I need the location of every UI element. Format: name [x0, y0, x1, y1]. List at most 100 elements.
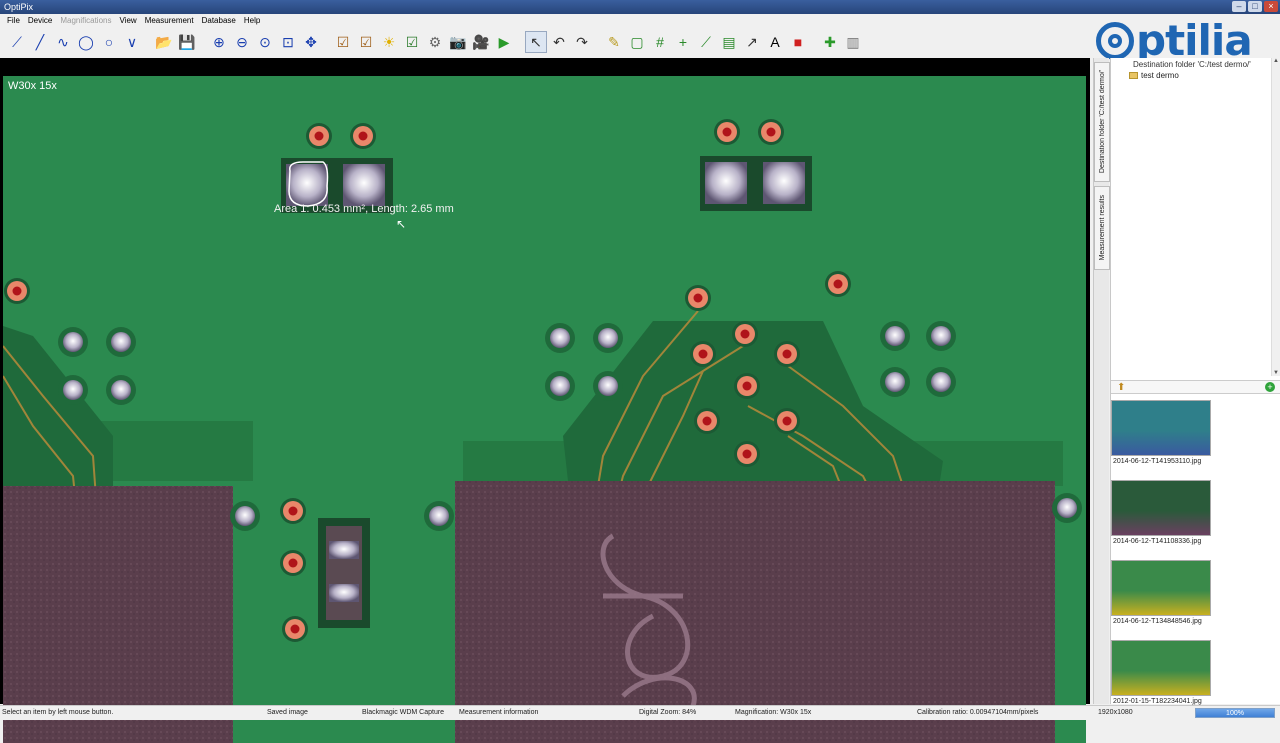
menu-view[interactable]: View — [115, 14, 140, 28]
tab-destination-folder-label: Destination folder 'C:/test dermo/' — [1098, 70, 1106, 174]
solder-dot — [1052, 493, 1082, 523]
microscope-image[interactable] — [3, 76, 1086, 743]
close-button[interactable]: × — [1264, 1, 1278, 12]
zoom-out-icon[interactable]: ⊖ — [231, 31, 253, 53]
redo-icon[interactable]: ↷ — [571, 31, 593, 53]
via-pad — [758, 119, 784, 145]
title-bar: OptiPix – □ × — [0, 0, 1280, 14]
via-pad — [280, 498, 306, 524]
via-pad — [825, 271, 851, 297]
menu-file[interactable]: File — [3, 14, 24, 28]
logo-text: ptilia — [1136, 16, 1253, 65]
circle-tool-icon[interactable]: ○ — [98, 31, 120, 53]
ruler-diagonal-icon[interactable]: ⟋ — [695, 31, 717, 53]
via-pad — [350, 123, 376, 149]
via-pad — [282, 616, 308, 642]
checkbox-image-icon[interactable]: ☑ — [332, 31, 354, 53]
solder-dot — [926, 321, 956, 351]
status-device: Blackmagic WDM Capture — [362, 709, 445, 716]
thumbnail-image[interactable] — [1111, 480, 1211, 536]
annotation-arrow-icon[interactable]: ↗ — [741, 31, 763, 53]
tab-destination-folder[interactable]: Destination folder 'C:/test dermo/' — [1094, 62, 1110, 182]
solder-dot — [424, 501, 454, 531]
checkbox-image-2-icon[interactable]: ☑ — [355, 31, 377, 53]
crosshair-icon[interactable]: + — [672, 31, 694, 53]
status-hint: Select an item by left mouse button. — [2, 709, 114, 716]
settings-icon[interactable]: ⚙ — [424, 31, 446, 53]
status-measurement-info: Measurement information — [459, 709, 539, 716]
grid-icon[interactable]: # — [649, 31, 671, 53]
status-resolution: 1920x1080 — [1098, 709, 1133, 716]
database-icon[interactable]: ▥ — [842, 31, 864, 53]
thumbnail-image[interactable] — [1111, 560, 1211, 616]
camera-icon[interactable]: 📷 — [447, 31, 469, 53]
open-folder-icon[interactable]: 📂 — [153, 31, 175, 53]
solder-dot — [593, 371, 623, 401]
folder-icon — [1129, 72, 1138, 79]
solder-dot — [880, 321, 910, 351]
tab-measurement-results[interactable]: Measurement results — [1094, 186, 1110, 270]
play-icon[interactable]: ▶ — [493, 31, 515, 53]
menu-database[interactable]: Database — [198, 14, 240, 28]
logo-mark-icon — [1096, 22, 1134, 60]
zoom-window-icon[interactable]: ⊡ — [277, 31, 299, 53]
thumbnail-caption: 2014-06-12-T141108336.jpg — [1113, 538, 1202, 545]
via-pad — [694, 408, 720, 434]
save-icon[interactable]: 💾 — [176, 31, 198, 53]
folder-tree-scrollbar[interactable]: ▲ ▼ — [1271, 58, 1280, 376]
menu-bar: File Device Magnifications View Measurement D… — [0, 14, 1100, 28]
undo-icon[interactable]: ↶ — [548, 31, 570, 53]
menu-magnifications[interactable]: Magnifications — [56, 14, 115, 28]
ruler-icon[interactable]: ▤ — [718, 31, 740, 53]
side-tab-strip: Destination folder 'C:/test dermo/' Meas… — [1093, 58, 1110, 704]
via-pad — [685, 285, 711, 311]
thumbnail-caption: 2012-01-15-T182234041.jpg — [1113, 698, 1202, 705]
progress-bar: 100% — [1195, 708, 1275, 718]
text-icon[interactable]: A — [764, 31, 786, 53]
video-camera-icon[interactable]: 🎥 — [470, 31, 492, 53]
via-pad — [306, 123, 332, 149]
curve-tool-icon[interactable]: ∿ — [52, 31, 74, 53]
menu-device[interactable]: Device — [24, 14, 56, 28]
color-palette-icon[interactable]: ■ — [787, 31, 809, 53]
freehand-area-icon[interactable]: ◯ — [75, 31, 97, 53]
thumbnail-caption: 2014-06-12-T141953110.jpg — [1113, 458, 1202, 465]
solder-dot — [230, 501, 260, 531]
scroll-up-icon[interactable]: ▲ — [1273, 58, 1279, 64]
check-tool-icon[interactable]: ☑ — [401, 31, 423, 53]
brightness-icon[interactable]: ☀ — [378, 31, 400, 53]
via-pad — [280, 550, 306, 576]
rectangle-icon[interactable]: ▢ — [626, 31, 648, 53]
maximize-button[interactable]: □ — [1248, 1, 1262, 12]
image-viewer[interactable] — [0, 58, 1090, 743]
solder-dot — [593, 323, 623, 353]
minimize-button[interactable]: – — [1232, 1, 1246, 12]
measurement-annotation[interactable]: Area 1: 0.453 mm², Length: 2.65 mm — [274, 203, 454, 215]
zoom-in-icon[interactable]: ⊕ — [208, 31, 230, 53]
zoom-fit-icon[interactable]: ⊙ — [254, 31, 276, 53]
line-tool-icon[interactable]: ⟋ — [6, 31, 28, 53]
solder-dot — [926, 367, 956, 397]
segment-tool-icon[interactable]: ╱ — [29, 31, 51, 53]
import-icon[interactable]: ⬆ — [1117, 382, 1125, 393]
eraser-icon[interactable]: ✎ — [603, 31, 625, 53]
folder-tree-item[interactable]: test dermo — [1129, 71, 1179, 80]
gallery-toolbar: ⬆ + — [1111, 380, 1280, 394]
pointer-icon[interactable]: ↖ — [525, 31, 547, 53]
add-image-icon[interactable]: + — [1265, 382, 1275, 392]
thumbnail-image[interactable] — [1111, 400, 1211, 456]
menu-measurement[interactable]: Measurement — [141, 14, 198, 28]
menu-help[interactable]: Help — [240, 14, 264, 28]
solder-dot — [58, 327, 88, 357]
window-title: OptiPix — [4, 2, 34, 12]
angle-tool-icon[interactable]: ∨ — [121, 31, 143, 53]
toolbar: ⟋ ╱ ∿ ◯ ○ ∨ 📂 💾 ⊕ ⊖ ⊙ ⊡ ✥ ☑ ☑ ☀ ☑ ⚙ 📷 🎥 ▶ ↖ ↶ ↷ ✎ ▢ # + ⟋ ▤ ↗ A ■ ✚ ▥ — [0, 28, 1100, 56]
status-magnification: Magnification: W30x 15x — [735, 709, 812, 716]
add-icon[interactable]: ✚ — [819, 31, 841, 53]
solder-dot — [106, 327, 136, 357]
progress-fill: 100% — [1196, 709, 1274, 717]
scroll-down-icon[interactable]: ▼ — [1273, 370, 1279, 376]
status-digital-zoom: Digital Zoom: 84% — [639, 709, 697, 716]
pan-icon[interactable]: ✥ — [300, 31, 322, 53]
thumbnail-image[interactable] — [1111, 640, 1211, 696]
